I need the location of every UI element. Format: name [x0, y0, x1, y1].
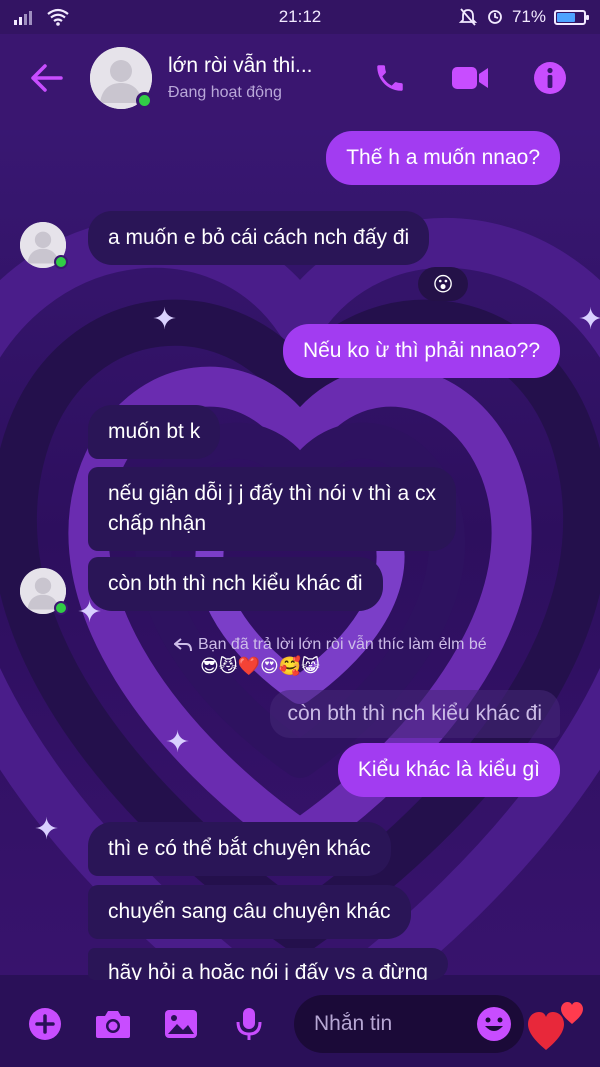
video-call-button[interactable]	[440, 48, 500, 108]
back-button[interactable]	[16, 48, 76, 108]
microphone-icon	[236, 1007, 262, 1040]
voice-button[interactable]	[224, 999, 274, 1049]
message-incoming[interactable]: a muốn e bỏ cái cách nch đấy đi	[88, 211, 430, 265]
message-outgoing[interactable]: Kiểu khác là kiểu gì	[337, 743, 560, 797]
reply-note-text: Bạn đã trả lời lớn ròi vẫn thíc làm ẻlm …	[198, 636, 487, 653]
chat-header: lớn ròi vẫn thi... Đang hoạt động	[0, 34, 600, 122]
video-camera-icon	[452, 67, 488, 89]
more-actions-button[interactable]	[20, 999, 70, 1049]
sync-icon	[488, 10, 502, 24]
signal-icon	[14, 11, 32, 25]
camera-icon	[96, 1010, 130, 1038]
message-incoming[interactable]: nếu giận dỗi j j đấy thì nói v thì a cx …	[88, 467, 457, 551]
alarm-off-icon	[458, 8, 478, 26]
message-line: chấp nhận	[108, 512, 207, 535]
sparkle-decoration: ✦	[152, 303, 178, 336]
back-arrow-icon	[31, 64, 63, 92]
emoji-icon[interactable]	[476, 1006, 512, 1042]
message-outgoing[interactable]: Nếu ko ừ thì phải nnao??	[282, 324, 560, 378]
gallery-button[interactable]	[156, 999, 206, 1049]
sparkle-decoration: ✦	[165, 726, 191, 759]
message-incoming[interactable]: còn bth thì nch kiểu khác đi	[88, 557, 383, 611]
contact-name[interactable]: lớn ròi vẫn thi...	[168, 54, 348, 78]
contact-avatar-small[interactable]	[20, 222, 68, 269]
message-input-wrapper[interactable]	[294, 994, 524, 1053]
composer-bar	[0, 980, 600, 1067]
plus-icon	[29, 1007, 61, 1040]
message-outgoing[interactable]: Thế h a muốn nnao?	[326, 131, 560, 185]
call-button[interactable]	[360, 48, 420, 108]
contact-avatar[interactable]	[90, 47, 153, 109]
info-icon	[534, 62, 566, 94]
reply-note: Bạn đã trả lời lớn ròi vẫn thíc làm ẻlm …	[174, 636, 487, 654]
reply-arrow-icon	[174, 638, 192, 652]
message-incoming[interactable]: thì e có thể bắt chuyện khác	[88, 822, 391, 876]
message-input[interactable]	[314, 1011, 464, 1036]
reply-emojis: 😎😼❤️😍🥰😸	[200, 656, 320, 676]
quoted-message[interactable]: còn bth thì nch kiểu khác đi	[269, 690, 560, 738]
online-indicator	[136, 92, 153, 109]
battery-icon	[554, 9, 589, 25]
online-indicator	[54, 601, 68, 615]
message-incoming[interactable]: muốn bt k	[88, 405, 221, 459]
sparkle-decoration: ✦	[578, 303, 600, 336]
contact-status: Đang hoạt động	[168, 84, 282, 101]
sparkle-decoration: ✦	[34, 813, 60, 846]
message-reaction[interactable]: 😮	[418, 267, 468, 301]
message-incoming[interactable]: chuyển sang câu chuyện khác	[88, 885, 411, 939]
battery-percent: 71%	[511, 7, 546, 26]
status-bar: 21:12 71%	[0, 0, 600, 34]
phone-icon	[377, 65, 403, 91]
info-button[interactable]	[520, 48, 580, 108]
image-icon	[165, 1009, 197, 1038]
message-incoming[interactable]: hãy hỏi a hoặc nói j đấy vs a đừng	[88, 948, 448, 980]
online-indicator	[54, 255, 68, 269]
message-line: nếu giận dỗi j j đấy thì nói v thì a cx	[108, 482, 437, 505]
camera-button[interactable]	[88, 999, 138, 1049]
contact-avatar-small[interactable]	[20, 568, 68, 615]
wifi-icon	[47, 8, 69, 26]
heart-icon[interactable]	[526, 994, 586, 1054]
